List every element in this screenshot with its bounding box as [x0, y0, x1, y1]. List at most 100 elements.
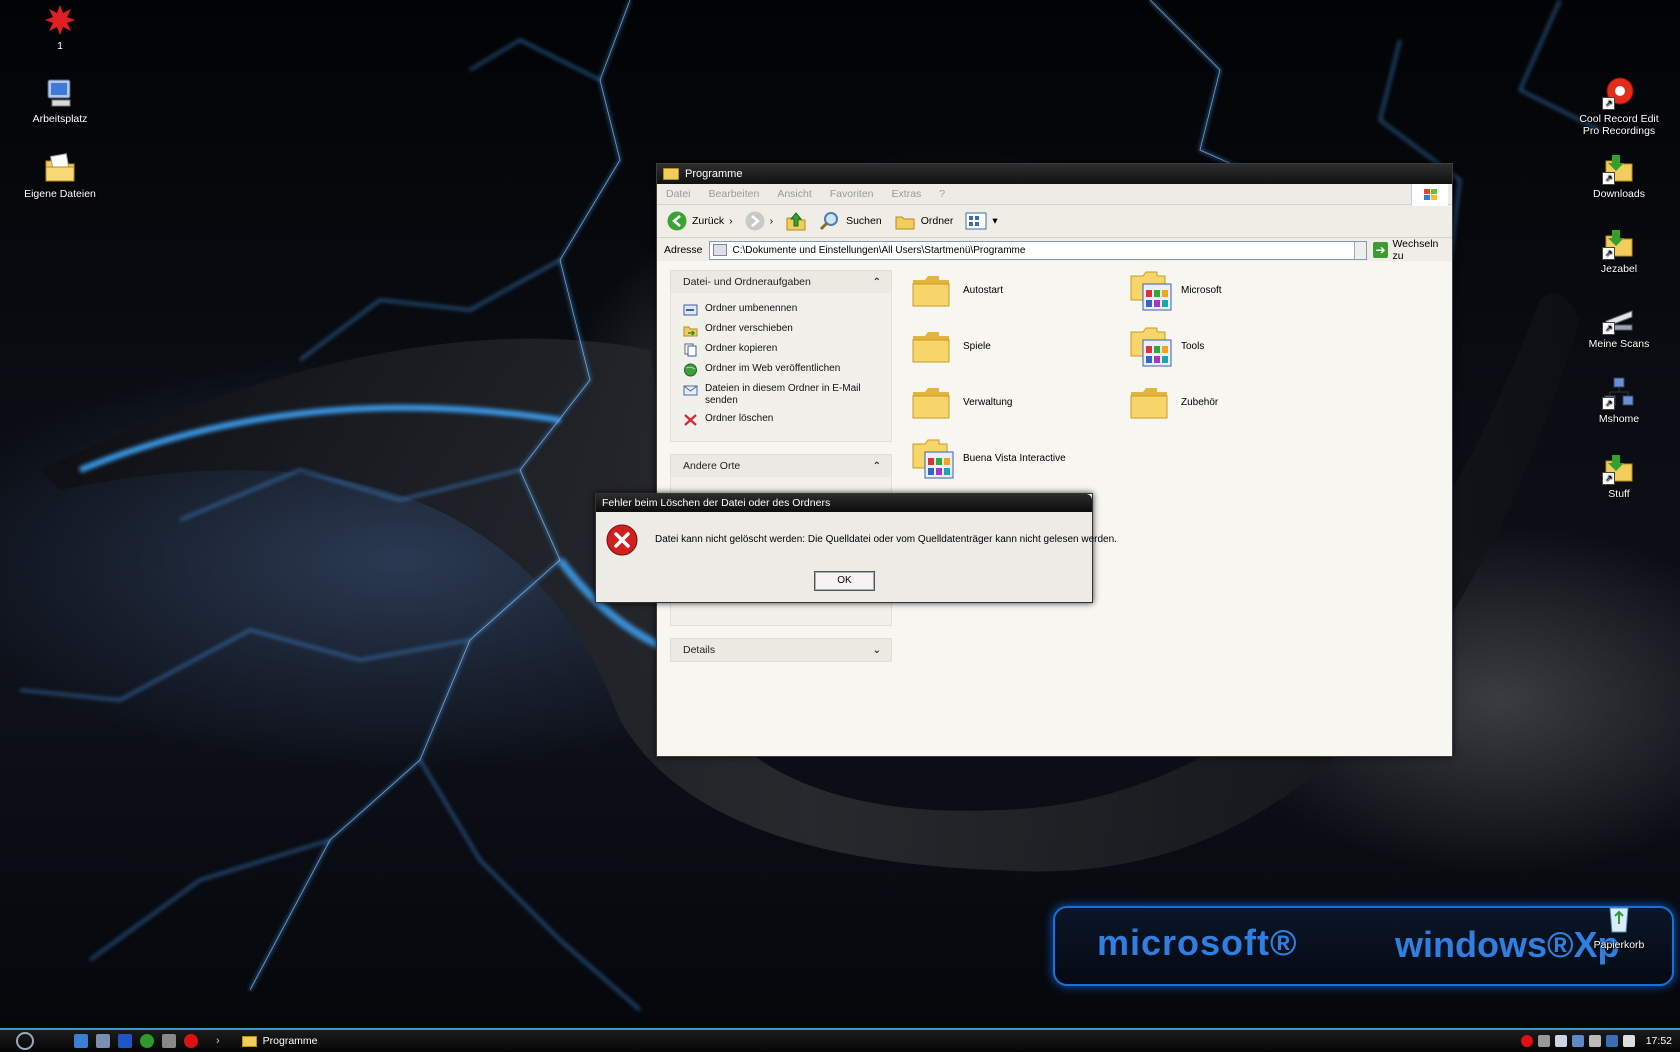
desktop-icon-arbeitsplatz[interactable]: Arbeitsplatz [15, 76, 105, 125]
tray-opera-icon[interactable] [1520, 1035, 1533, 1047]
folders-label: Ordner [920, 215, 954, 227]
tray-clapper-icon[interactable] [1537, 1035, 1550, 1047]
menu-extras[interactable]: Extras [883, 188, 931, 200]
collapse-icon[interactable]: ⌃ [873, 461, 881, 472]
tray-shield-icon[interactable] [1605, 1035, 1618, 1047]
search-button[interactable]: Suchen [815, 209, 886, 233]
file-name: Spiele [963, 340, 991, 352]
quicklaunch-clapper-icon[interactable] [162, 1034, 176, 1048]
views-button[interactable]: ▾ [961, 210, 1001, 232]
folders-button[interactable]: Ordner [890, 209, 958, 233]
task-copy[interactable]: Ordner kopieren [683, 343, 883, 357]
back-arrow-icon [667, 211, 687, 231]
address-dropdown[interactable] [1353, 241, 1366, 259]
dialog-titlebar[interactable]: Fehler beim Löschen der Datei oder des O… [596, 494, 1092, 512]
desktop-icon-mshome[interactable]: ↗ Mshome [1574, 376, 1664, 425]
folder-zubehoer[interactable]: Zubehör [1129, 377, 1329, 427]
taskbar-task-programme[interactable]: Programme [241, 1035, 318, 1047]
folder-tools[interactable]: Tools [1129, 321, 1329, 371]
shortcut-arrow-icon: ↗ [1602, 472, 1615, 485]
folder-buena-vista[interactable]: Buena Vista Interactive [911, 433, 1111, 483]
tray-tool-icon[interactable] [1588, 1035, 1601, 1047]
scanner-icon: ↗ [1602, 301, 1636, 335]
desktop-icon-label: Jezabel [1600, 263, 1638, 275]
tasks-header[interactable]: Datei- und Ordneraufgaben ⌃ [671, 271, 891, 293]
folder-autostart[interactable]: Autostart [911, 265, 1111, 315]
back-button[interactable]: Zurück › [663, 209, 737, 233]
file-name: Autostart [963, 284, 1004, 296]
expand-icon[interactable]: ⌄ [873, 645, 881, 656]
quicklaunch-ie-icon[interactable] [74, 1034, 88, 1048]
window-titlebar[interactable]: Programme [657, 164, 1452, 184]
folder-icon [663, 168, 679, 180]
quicklaunch-media-icon[interactable] [140, 1034, 154, 1048]
tray-volume-icon[interactable] [1622, 1035, 1635, 1047]
folders-icon [895, 216, 915, 230]
tray-calendar-icon[interactable] [1554, 1035, 1567, 1047]
quicklaunch-opera-icon[interactable] [184, 1034, 198, 1048]
email-icon [683, 385, 698, 396]
task-rename[interactable]: Ordner umbenennen [683, 303, 883, 317]
ok-button[interactable]: OK [814, 571, 875, 591]
search-label: Suchen [846, 215, 882, 227]
chevron-right-icon[interactable]: › [216, 1035, 220, 1047]
error-dialog[interactable]: Fehler beim Löschen der Datei oder des O… [595, 493, 1117, 603]
task-label: Ordner löschen [705, 413, 774, 424]
quicklaunch-bluetooth-icon[interactable] [118, 1034, 132, 1048]
folder-icon [1129, 382, 1169, 422]
task-move[interactable]: Ordner verschieben [683, 323, 883, 337]
menu-ansicht[interactable]: Ansicht [768, 188, 820, 200]
details-header[interactable]: Details ⌄ [671, 639, 891, 661]
chevron-down-icon[interactable]: › [770, 215, 774, 227]
desktop-icon-eigene-dateien[interactable]: Eigene Dateien [15, 151, 105, 200]
dialog-title: Fehler beim Löschen der Datei oder des O… [602, 497, 831, 509]
shortcut-arrow-icon: ↗ [1602, 172, 1615, 185]
desktop-icon-stuff[interactable]: ↗ Stuff [1574, 451, 1664, 500]
desktop-icon-meine-scans[interactable]: ↗ Meine Scans [1574, 301, 1664, 350]
menu-bearbeiten[interactable]: Bearbeiten [700, 188, 769, 200]
folder-up-icon [786, 212, 806, 231]
desktop-icon-label: Mshome [1598, 413, 1640, 425]
start-button[interactable] [16, 1032, 34, 1050]
red-splat-icon [43, 3, 77, 37]
folder-spiele[interactable]: Spiele [911, 321, 1111, 371]
folder-icon [911, 382, 951, 422]
explorer-window[interactable]: Programme Datei Bearbeiten Ansicht Favor… [656, 163, 1453, 757]
shortcut-arrow-icon: ↗ [1602, 97, 1615, 110]
desktop-icon-downloads[interactable]: ↗ Downloads [1574, 151, 1664, 200]
up-button[interactable] [781, 209, 811, 233]
folder-microsoft[interactable]: Microsoft [1129, 265, 1329, 315]
folder-verwaltung[interactable]: Verwaltung [911, 377, 1111, 427]
file-folder-tasks: Datei- und Ordneraufgaben ⌃ Ordner umben… [670, 270, 892, 442]
menu-bar: Datei Bearbeiten Ansicht Favoriten Extra… [657, 184, 1452, 206]
desktop-icon-cool-record[interactable]: ↗ Cool Record Edit Pro Recordings [1574, 76, 1664, 137]
chevron-down-icon[interactable]: › [729, 215, 733, 227]
program-folder-icon [911, 438, 954, 479]
network-icon: ↗ [1602, 376, 1636, 410]
menu-favoriten[interactable]: Favoriten [821, 188, 883, 200]
task-label: Ordner verschieben [705, 323, 793, 334]
forward-button[interactable]: › [741, 209, 778, 233]
task-publish-web[interactable]: Ordner im Web veröffentlichen [683, 363, 883, 377]
task-label: Ordner im Web veröffentlichen [705, 363, 841, 374]
address-label: Adresse [664, 244, 703, 256]
system-tray: 17:52 [1520, 1030, 1680, 1052]
desktop-icon-papierkorb[interactable]: Papierkorb [1574, 902, 1664, 951]
forward-arrow-icon [745, 211, 765, 231]
desktop-icon-jezabel[interactable]: ↗ Jezabel [1574, 226, 1664, 275]
back-label: Zurück [692, 215, 725, 227]
file-name: Tools [1181, 340, 1205, 352]
file-name: Microsoft [1181, 284, 1222, 296]
other-places-header[interactable]: Andere Orte ⌃ [671, 455, 891, 477]
tray-network-icon[interactable] [1571, 1035, 1584, 1047]
task-delete[interactable]: Ordner löschen [683, 413, 883, 427]
task-email[interactable]: Dateien in diesem Ordner in E-Mail sende… [683, 383, 883, 407]
go-button[interactable]: ➔ Wechseln zu [1372, 238, 1452, 262]
menu-help[interactable]: ? [930, 188, 954, 200]
dialog-message: Datei kann nicht gelöscht werden: Die Qu… [655, 534, 1117, 545]
quicklaunch-desktop-icon[interactable] [96, 1034, 110, 1048]
collapse-icon[interactable]: ⌃ [873, 277, 881, 288]
menu-datei[interactable]: Datei [657, 188, 700, 200]
address-input[interactable]: C:\Dokumente und Einstellungen\All Users… [708, 240, 1367, 260]
desktop-icon-1[interactable]: 1 [15, 3, 105, 52]
